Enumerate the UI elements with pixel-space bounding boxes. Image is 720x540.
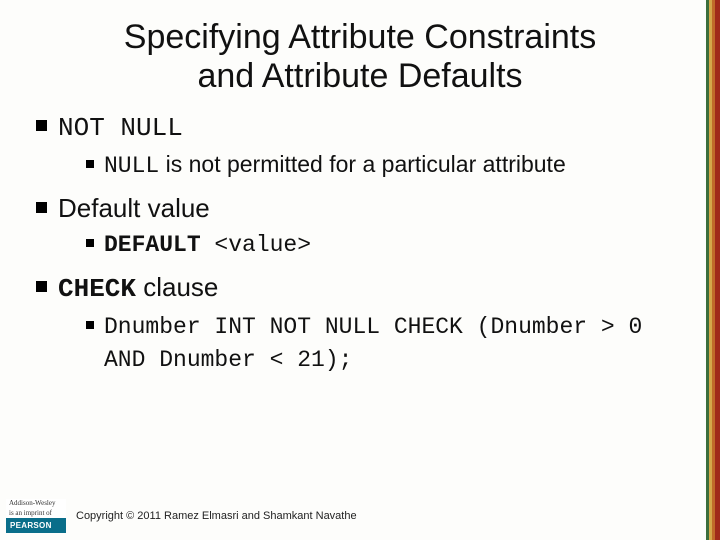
sub-default-code: <value> — [214, 232, 311, 258]
title-line-2: and Attribute Defaults — [197, 57, 522, 95]
bullet-not-null-label: NOT NULL — [58, 113, 183, 143]
logo-imprint-line1: Addison-Wesley — [6, 499, 66, 509]
bullet-check-bold: CHECK — [58, 274, 136, 304]
sub-default-bold: DEFAULT — [104, 232, 214, 258]
logo-imprint-line2: is an imprint of — [6, 509, 66, 519]
bullet-check-rest: clause — [136, 272, 218, 302]
bullet-list: NOT NULL NULL is not permitted for a par… — [28, 110, 692, 376]
bullet-default-label: Default value — [58, 193, 210, 223]
sub-check-code: Dnumber INT NOT NULL CHECK (Dnumber > 0 … — [104, 314, 642, 373]
sub-check: Dnumber INT NOT NULL CHECK (Dnumber > 0 … — [86, 310, 692, 376]
slide-footer: Addison-Wesley is an imprint of PEARSON … — [0, 492, 720, 540]
copyright-text: Copyright © 2011 Ramez Elmasri and Shamk… — [76, 510, 357, 522]
slide-body: Specifying Attribute Constraints and Att… — [0, 0, 720, 540]
sub-not-null-code: NULL — [104, 153, 159, 179]
logo-brand: PEARSON — [6, 518, 66, 533]
slide-title: Specifying Attribute Constraints and Att… — [28, 18, 692, 96]
sub-not-null: NULL is not permitted for a particular a… — [86, 149, 692, 182]
sub-not-null-text: is not permitted for a particular attrib… — [159, 151, 566, 177]
bullet-not-null: NOT NULL NULL is not permitted for a par… — [36, 110, 692, 182]
bullet-default-value: Default value DEFAULT <value> — [36, 192, 692, 262]
bullet-check-clause: CHECK clause Dnumber INT NOT NULL CHECK … — [36, 271, 692, 376]
pearson-logo: Addison-Wesley is an imprint of PEARSON — [4, 497, 68, 535]
title-line-1: Specifying Attribute Constraints — [124, 18, 596, 56]
sub-default: DEFAULT <value> — [86, 228, 692, 261]
